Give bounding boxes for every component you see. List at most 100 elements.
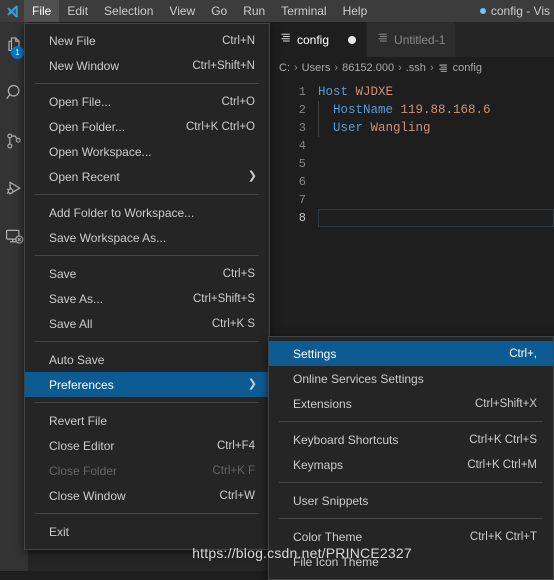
menu-run[interactable]: Run bbox=[235, 0, 273, 22]
code-editor[interactable]: 1 Host WJDXE 2 HostName 119.88.168.6 3 User… bbox=[270, 79, 554, 227]
tab-dirty-dot[interactable] bbox=[348, 35, 357, 44]
menu-help[interactable]: Help bbox=[335, 0, 376, 22]
code-line[interactable]: 5 bbox=[270, 155, 554, 173]
menu-item-label: Save Workspace As... bbox=[49, 230, 167, 245]
editor-tab-bar: config Untitled-1 bbox=[270, 22, 554, 57]
file-menu-item-close-window[interactable]: Close Window Ctrl+W bbox=[25, 483, 269, 508]
code-line[interactable]: 8 bbox=[270, 209, 554, 227]
preferences-item-color-theme[interactable]: Color Theme Ctrl+K Ctrl+T bbox=[269, 524, 553, 549]
code-line[interactable]: 7 bbox=[270, 191, 554, 209]
menu-item-shortcut: Ctrl+Shift+N bbox=[192, 59, 255, 72]
code-value: 119.88.168.6 bbox=[393, 103, 491, 117]
code-keyword: HostName bbox=[318, 103, 394, 117]
editor-tab-config[interactable]: config bbox=[270, 22, 368, 57]
chevron-right-icon: ❯ bbox=[247, 170, 257, 182]
file-menu-item-open-recent[interactable]: Open Recent ❯ bbox=[25, 164, 269, 189]
window-title-text: config - Vis bbox=[490, 4, 550, 18]
menu-item-shortcut: Ctrl+S bbox=[222, 267, 255, 280]
preferences-item-user-snippets[interactable]: User Snippets bbox=[269, 488, 553, 513]
menu-file[interactable]: File bbox=[24, 0, 60, 22]
line-number: 6 bbox=[298, 175, 306, 189]
file-icon bbox=[438, 63, 449, 74]
file-menu-item-save-as[interactable]: Save As... Ctrl+Shift+S bbox=[25, 286, 269, 311]
chevron-right-icon: › bbox=[398, 62, 402, 74]
menu-item-label: File Icon Theme bbox=[293, 554, 379, 569]
vscode-logo-icon bbox=[0, 0, 24, 22]
file-menu-item-exit[interactable]: Exit bbox=[25, 519, 269, 544]
menu-separator bbox=[35, 513, 259, 514]
file-menu-item-add-folder-to-workspace[interactable]: Add Folder to Workspace... bbox=[25, 200, 269, 225]
file-menu-item-save-all[interactable]: Save All Ctrl+K S bbox=[25, 311, 269, 336]
file-menu-item-new-file[interactable]: New File Ctrl+N bbox=[25, 28, 269, 53]
menu-item-label: Keyboard Shortcuts bbox=[293, 432, 399, 447]
menu-item-label: Save As... bbox=[49, 291, 104, 306]
file-menu-item-open-file[interactable]: Open File... Ctrl+O bbox=[25, 89, 269, 114]
code-value: WJDXE bbox=[348, 85, 394, 99]
menu-separator bbox=[35, 402, 259, 403]
breadcrumb-item-file[interactable]: config bbox=[453, 62, 482, 74]
menu-item-shortcut: Ctrl+K Ctrl+T bbox=[469, 530, 537, 543]
line-number: 1 bbox=[298, 85, 306, 99]
breadcrumb-item-ssh[interactable]: .ssh bbox=[406, 62, 426, 74]
menu-item-label: Keymaps bbox=[293, 457, 344, 472]
menu-item-label: Online Services Settings bbox=[293, 371, 424, 386]
file-menu-item-open-workspace[interactable]: Open Workspace... bbox=[25, 139, 269, 164]
preferences-item-file-icon-theme[interactable]: File Icon Theme bbox=[269, 549, 553, 574]
code-text: HostName 119.88.168.6 bbox=[318, 103, 491, 117]
file-menu-item-revert-file[interactable]: Revert File bbox=[25, 408, 269, 433]
preferences-item-settings[interactable]: Settings Ctrl+, bbox=[269, 341, 553, 366]
menu-item-label: Save All bbox=[49, 316, 93, 331]
menu-selection[interactable]: Selection bbox=[96, 0, 161, 22]
file-menu-item-save-workspace-as[interactable]: Save Workspace As... bbox=[25, 225, 269, 250]
preferences-item-extensions[interactable]: Extensions Ctrl+Shift+X bbox=[269, 391, 553, 416]
file-menu-item-close-editor[interactable]: Close Editor Ctrl+F4 bbox=[25, 433, 269, 458]
file-menu-item-auto-save[interactable]: Auto Save bbox=[25, 347, 269, 372]
menu-item-shortcut: Ctrl+Shift+S bbox=[193, 292, 255, 305]
file-icon bbox=[280, 32, 292, 47]
editor-tab-untitled-1[interactable]: Untitled-1 bbox=[367, 22, 457, 57]
code-text: Host WJDXE bbox=[318, 85, 393, 99]
menu-item-label: Add Folder to Workspace... bbox=[49, 205, 195, 220]
menu-item-label: Exit bbox=[49, 524, 70, 539]
breadcrumb-item-drive[interactable]: C: bbox=[279, 62, 290, 74]
line-number: 7 bbox=[298, 193, 306, 207]
menu-item-shortcut: Ctrl+, bbox=[509, 347, 537, 360]
menu-item-label: Close Folder bbox=[49, 463, 118, 478]
file-menu-item-new-window[interactable]: New Window Ctrl+Shift+N bbox=[25, 53, 269, 78]
menu-item-shortcut: Ctrl+K Ctrl+O bbox=[185, 120, 255, 133]
code-line[interactable]: 1 Host WJDXE bbox=[270, 83, 554, 101]
breadcrumb: C: › Users › 86152.000 › .ssh › config bbox=[270, 57, 554, 79]
breadcrumb-item-users[interactable]: Users bbox=[302, 62, 331, 74]
code-line[interactable]: 4 bbox=[270, 137, 554, 155]
menu-item-shortcut: Ctrl+K Ctrl+M bbox=[467, 458, 537, 471]
tab-label: config bbox=[297, 32, 330, 47]
breadcrumb-item-user[interactable]: 86152.000 bbox=[342, 62, 394, 74]
menu-separator bbox=[279, 518, 543, 519]
menu-separator bbox=[35, 194, 259, 195]
window-title: config - Vis bbox=[479, 0, 550, 22]
menu-item-label: Save bbox=[49, 266, 77, 281]
preferences-item-keymaps[interactable]: Keymaps Ctrl+K Ctrl+M bbox=[269, 452, 553, 477]
menu-item-label: New Window bbox=[49, 58, 120, 73]
file-menu-item-close-folder: Close Folder Ctrl+K F bbox=[25, 458, 269, 483]
line-number: 8 bbox=[298, 211, 306, 225]
menu-terminal[interactable]: Terminal bbox=[273, 0, 334, 22]
menu-item-shortcut: Ctrl+K S bbox=[211, 317, 255, 330]
file-menu-item-save[interactable]: Save Ctrl+S bbox=[25, 261, 269, 286]
menu-item-label: Open File... bbox=[49, 94, 112, 109]
menu-edit[interactable]: Edit bbox=[59, 0, 96, 22]
title-bar: File Edit Selection View Go Run Terminal… bbox=[0, 0, 554, 22]
menu-item-shortcut: Ctrl+K Ctrl+S bbox=[469, 433, 537, 446]
preferences-item-online-services-settings[interactable]: Online Services Settings bbox=[269, 366, 553, 391]
file-menu-item-open-folder[interactable]: Open Folder... Ctrl+K Ctrl+O bbox=[25, 114, 269, 139]
file-menu-item-preferences[interactable]: Preferences ❯ bbox=[25, 372, 269, 397]
menu-view[interactable]: View bbox=[161, 0, 203, 22]
code-line[interactable]: 2 HostName 119.88.168.6 bbox=[270, 101, 554, 119]
preferences-item-keyboard-shortcuts[interactable]: Keyboard Shortcuts Ctrl+K Ctrl+S bbox=[269, 427, 553, 452]
explorer-badge: 1 bbox=[11, 46, 24, 59]
menu-item-label: Color Theme bbox=[293, 529, 363, 544]
menu-go[interactable]: Go bbox=[203, 0, 235, 22]
menu-item-label: Close Window bbox=[49, 488, 126, 503]
code-line[interactable]: 6 bbox=[270, 173, 554, 191]
code-line[interactable]: 3 User Wangling bbox=[270, 119, 554, 137]
